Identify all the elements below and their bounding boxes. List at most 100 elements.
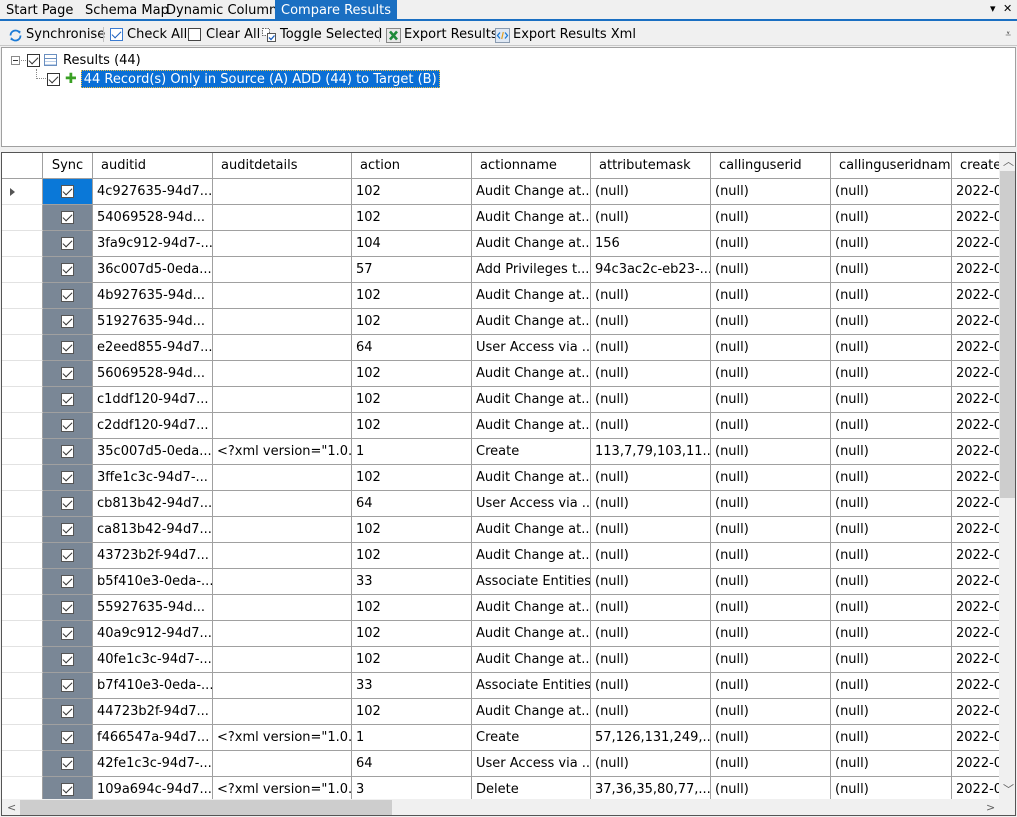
results-checkbox[interactable] [27, 53, 40, 67]
sync-checkbox[interactable] [61, 315, 74, 328]
cell-action[interactable]: 33 [352, 569, 472, 595]
row-header[interactable] [2, 257, 43, 283]
cell-action[interactable]: 64 [352, 751, 472, 777]
cell-callinguserid[interactable]: (null) [711, 257, 831, 283]
cell-attributemask[interactable]: (null) [591, 387, 711, 413]
cell-auditdetails[interactable] [213, 335, 352, 361]
row-header[interactable] [2, 283, 43, 309]
sync-checkbox[interactable] [61, 445, 74, 458]
sync-checkbox[interactable] [61, 783, 74, 796]
cell-action[interactable]: 3 [352, 777, 472, 799]
cell-attributemask[interactable]: (null) [591, 491, 711, 517]
column-header-callinguserid[interactable]: callinguserid [711, 153, 831, 179]
column-header-actionname[interactable]: actionname [472, 153, 591, 179]
cell-callinguserid[interactable]: (null) [711, 673, 831, 699]
cell-created[interactable]: 2022-0 [952, 179, 999, 205]
vertical-scrollbar[interactable]: ︿ ﹀ [999, 153, 1015, 799]
cell-auditdetails[interactable] [213, 621, 352, 647]
cell-auditid[interactable]: 4c927635-94d7... [93, 179, 213, 205]
cell-callinguseridname[interactable]: (null) [831, 569, 952, 595]
cell-action[interactable]: 1 [352, 725, 472, 751]
cell-auditid[interactable]: b7f410e3-0eda-... [93, 673, 213, 699]
cell-callinguserid[interactable]: (null) [711, 569, 831, 595]
sync-checkbox[interactable] [61, 679, 74, 692]
sync-checkbox[interactable] [61, 523, 74, 536]
cell-actionname[interactable]: Audit Change at... [472, 205, 591, 231]
cell-auditid[interactable]: ca813b42-94d7... [93, 517, 213, 543]
cell-action[interactable]: 102 [352, 413, 472, 439]
cell-auditid[interactable]: 3fa9c912-94d7-... [93, 231, 213, 257]
row-header[interactable] [2, 465, 43, 491]
cell-created[interactable]: 2022-0 [952, 309, 999, 335]
cell-callinguseridname[interactable]: (null) [831, 387, 952, 413]
cell-actionname[interactable]: Audit Change at... [472, 387, 591, 413]
cell-auditdetails[interactable] [213, 309, 352, 335]
cell-auditid[interactable]: 43723b2f-94d7... [93, 543, 213, 569]
vertical-scroll-thumb[interactable] [1000, 171, 1015, 498]
clear-all-button[interactable]: Clear All [188, 25, 260, 44]
cell-callinguserid[interactable]: (null) [711, 647, 831, 673]
cell-auditdetails[interactable] [213, 179, 352, 205]
cell-callinguserid[interactable]: (null) [711, 361, 831, 387]
cell-attributemask[interactable]: (null) [591, 283, 711, 309]
toolbar-overflow-icon[interactable]: ⩡ [1005, 29, 1011, 40]
toggle-selected-button[interactable]: Toggle Selected [262, 25, 382, 44]
add-records-checkbox[interactable] [47, 72, 60, 86]
cell-actionname[interactable]: Add Privileges t... [472, 257, 591, 283]
cell-action[interactable]: 64 [352, 491, 472, 517]
cell-auditdetails[interactable] [213, 517, 352, 543]
scroll-down-icon[interactable]: ﹀ [1003, 782, 1014, 797]
cell-action[interactable]: 102 [352, 387, 472, 413]
cell-created[interactable]: 2022-0 [952, 283, 999, 309]
cell-callinguseridname[interactable]: (null) [831, 647, 952, 673]
cell-callinguserid[interactable]: (null) [711, 413, 831, 439]
cell-created[interactable]: 2022-0 [952, 517, 999, 543]
cell-auditdetails[interactable] [213, 569, 352, 595]
cell-actionname[interactable]: Associate Entities [472, 673, 591, 699]
cell-auditid[interactable]: 51927635-94d... [93, 309, 213, 335]
cell-callinguserid[interactable]: (null) [711, 179, 831, 205]
sync-checkbox[interactable] [61, 653, 74, 666]
cell-action[interactable]: 57 [352, 257, 472, 283]
export-results-xml-button[interactable]: Export Results Xml [495, 25, 636, 44]
sync-checkbox[interactable] [61, 627, 74, 640]
cell-attributemask[interactable]: (null) [591, 335, 711, 361]
sync-checkbox[interactable] [61, 211, 74, 224]
cell-callinguserid[interactable]: (null) [711, 309, 831, 335]
cell-action[interactable]: 64 [352, 335, 472, 361]
cell-attributemask[interactable]: (null) [591, 673, 711, 699]
cell-action[interactable]: 102 [352, 361, 472, 387]
cell-action[interactable]: 102 [352, 543, 472, 569]
horizontal-scroll-thumb[interactable] [20, 800, 392, 815]
cell-callinguseridname[interactable]: (null) [831, 283, 952, 309]
close-tab-icon[interactable]: ✕ [1003, 2, 1012, 15]
sync-checkbox[interactable] [61, 471, 74, 484]
cell-auditdetails[interactable] [213, 465, 352, 491]
cell-created[interactable]: 2022-0 [952, 465, 999, 491]
cell-auditid[interactable]: 54069528-94d... [93, 205, 213, 231]
sync-checkbox[interactable] [61, 185, 74, 198]
cell-attributemask[interactable]: (null) [591, 205, 711, 231]
cell-created[interactable]: 2022-0 [952, 361, 999, 387]
cell-auditdetails[interactable] [213, 751, 352, 777]
row-header[interactable] [2, 673, 43, 699]
sync-checkbox[interactable] [61, 757, 74, 770]
tab-list-dropdown-icon[interactable]: ▾ [990, 2, 996, 15]
cell-created[interactable]: 2022-0 [952, 673, 999, 699]
row-header[interactable] [2, 647, 43, 673]
cell-attributemask[interactable]: (null) [591, 517, 711, 543]
cell-auditdetails[interactable] [213, 257, 352, 283]
cell-action[interactable]: 33 [352, 673, 472, 699]
scroll-right-icon[interactable]: > [986, 800, 995, 815]
cell-attributemask[interactable]: (null) [591, 699, 711, 725]
sync-checkbox[interactable] [61, 549, 74, 562]
cell-auditdetails[interactable]: <?xml version="1.0... [213, 725, 352, 751]
cell-created[interactable]: 2022-0 [952, 699, 999, 725]
row-header[interactable] [2, 439, 43, 465]
row-header[interactable] [2, 543, 43, 569]
row-header[interactable] [2, 335, 43, 361]
cell-created[interactable]: 2022-0 [952, 231, 999, 257]
scroll-up-icon[interactable]: ︿ [1003, 154, 1014, 169]
cell-action[interactable]: 102 [352, 621, 472, 647]
cell-auditdetails[interactable] [213, 543, 352, 569]
